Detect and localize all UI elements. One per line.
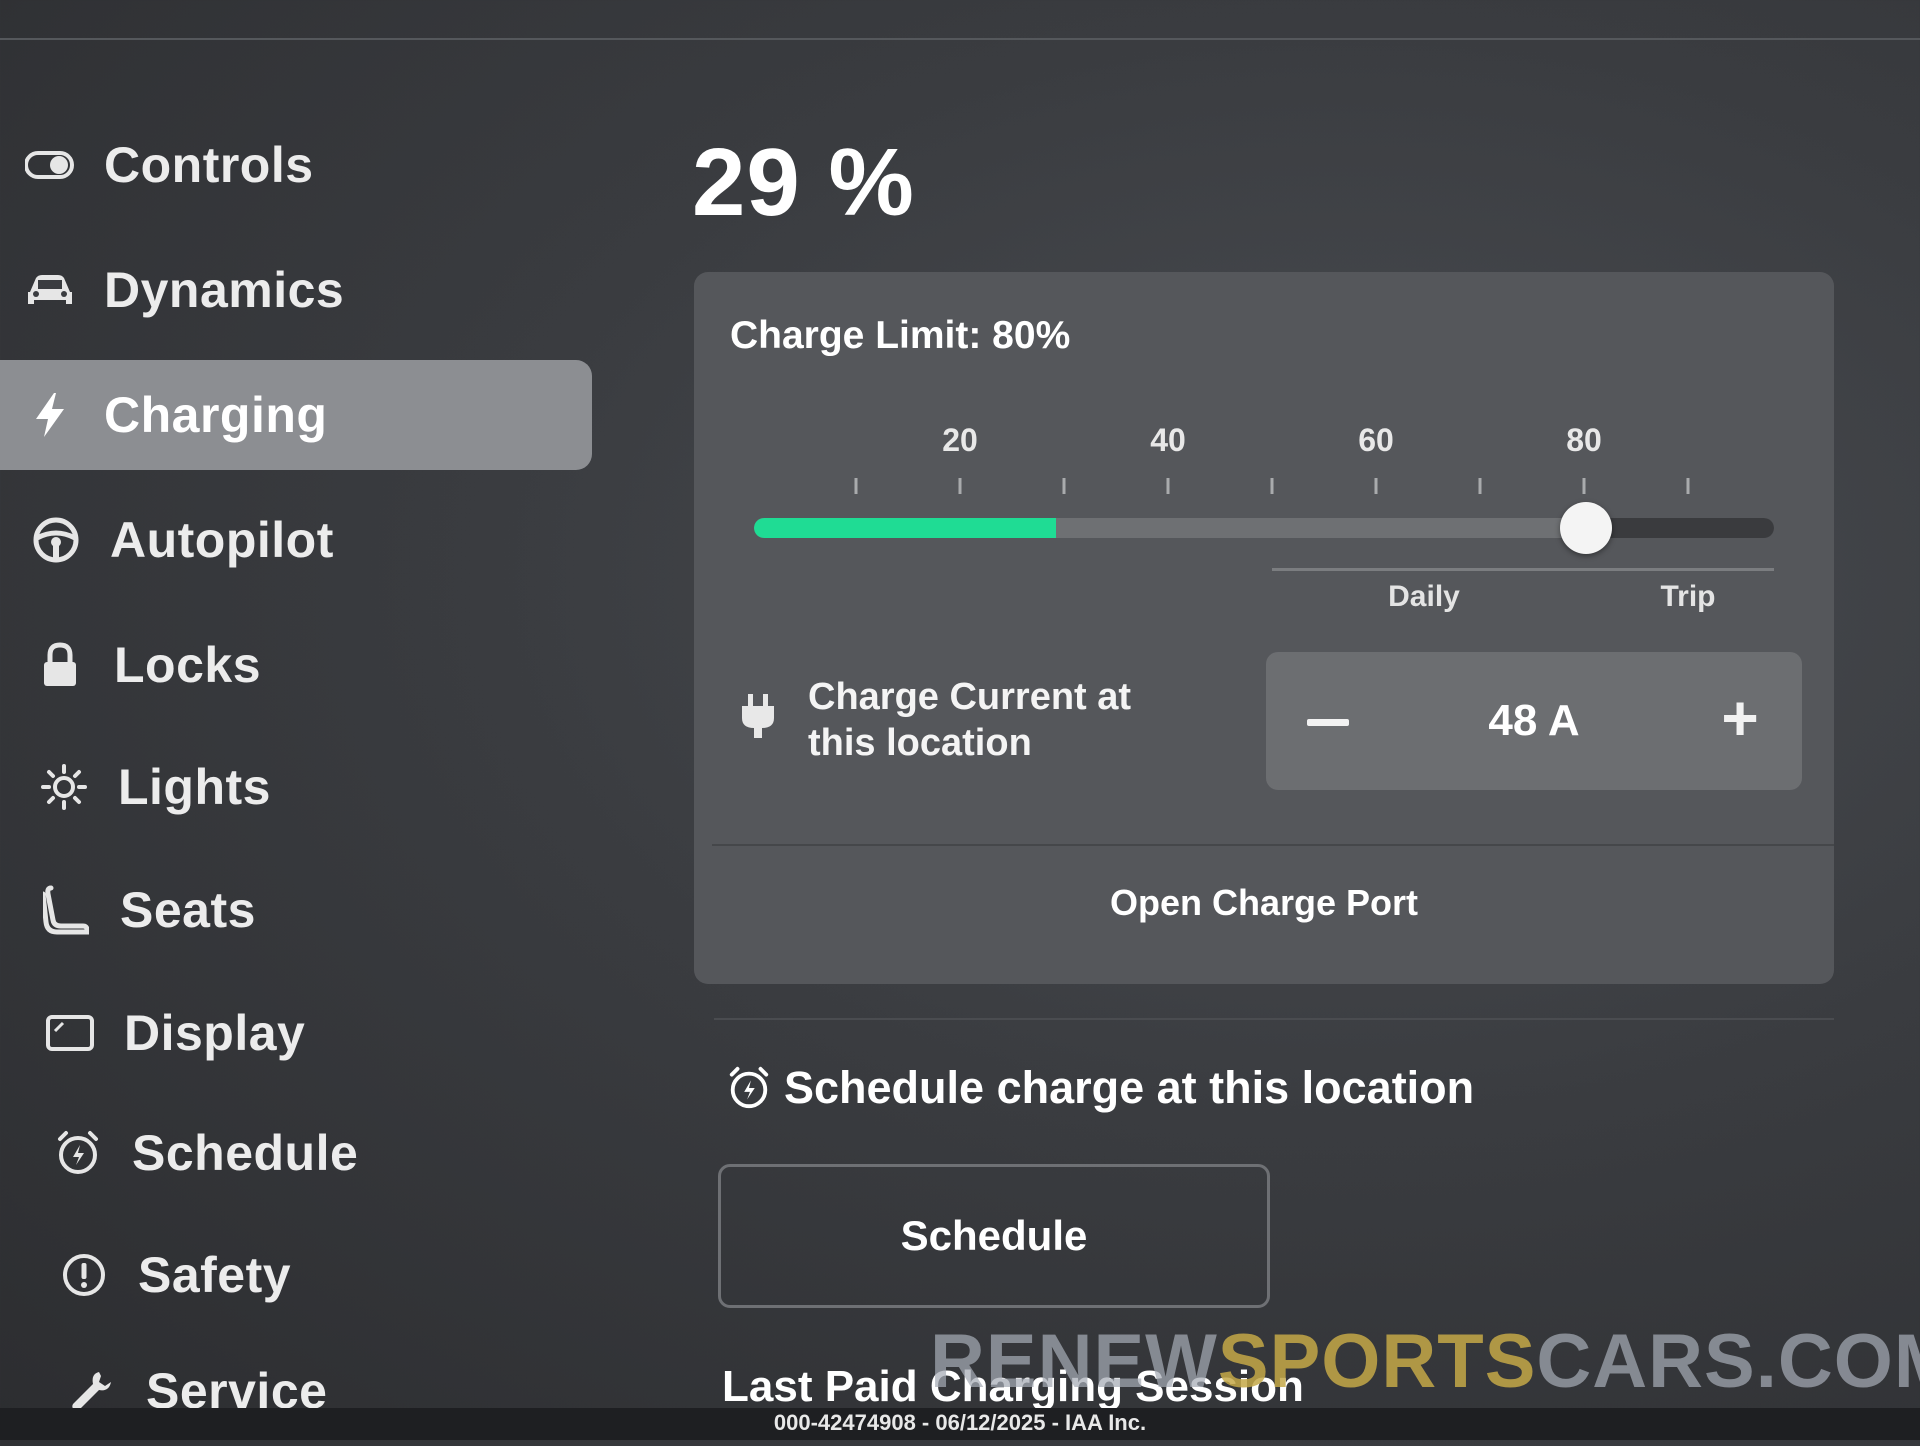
- sidebar-item-autopilot[interactable]: Autopilot: [0, 485, 592, 595]
- toggle-icon: [20, 135, 80, 195]
- scale-tick: [1374, 478, 1378, 494]
- display-icon: [40, 1003, 100, 1063]
- slider-track-above-limit: [1586, 518, 1774, 538]
- charge-settings-card: Charge Limit: 80% 20 40 60 80 Daily Trip…: [694, 272, 1834, 984]
- sidebar-item-label: Safety: [138, 1247, 292, 1303]
- scale-label-80: 80: [1566, 422, 1602, 458]
- scale-label-20: 20: [942, 422, 978, 458]
- sidebar-item-label: Charging: [104, 387, 328, 443]
- alert-circle-icon: [54, 1245, 114, 1305]
- charge-current-row: Charge Current at this location 48 A +: [730, 652, 1802, 790]
- scale-tick: [1166, 478, 1170, 494]
- charge-limit-label: Charge Limit: 80%: [730, 314, 1071, 357]
- sidebar-item-label: Display: [124, 1005, 306, 1061]
- sidebar-item-label: Lights: [118, 759, 271, 815]
- scale-tick: [1062, 478, 1066, 494]
- steering-wheel-icon: [26, 510, 86, 570]
- watermark: RENEWSPORTSCARS.COM: [930, 1318, 1920, 1405]
- charge-limit-knob[interactable]: [1560, 502, 1612, 554]
- watermark-part: SPORTS: [1217, 1319, 1537, 1404]
- battery-percentage: 29 %: [692, 129, 915, 236]
- plug-icon: [740, 692, 776, 740]
- scale-tick: [1270, 478, 1274, 494]
- sidebar-item-label: Dynamics: [104, 262, 345, 318]
- alarm-clock-icon: [48, 1123, 108, 1183]
- sidebar-item-label: Schedule: [132, 1125, 359, 1181]
- sidebar-item-charging[interactable]: Charging: [0, 360, 592, 470]
- lock-icon: [30, 635, 90, 695]
- sidebar-item-locks[interactable]: Locks: [0, 610, 592, 720]
- sidebar-item-seats[interactable]: Seats: [0, 855, 592, 965]
- sidebar-item-dynamics[interactable]: Dynamics: [0, 235, 592, 345]
- watermark-part: RENEW: [930, 1319, 1218, 1404]
- sidebar-item-display[interactable]: Display: [0, 978, 592, 1088]
- sidebar-item-label: Locks: [114, 637, 262, 693]
- charge-limit-slider[interactable]: 20 40 60 80 Daily Trip: [754, 422, 1784, 622]
- section-divider: [714, 1018, 1834, 1020]
- schedule-button[interactable]: Schedule: [718, 1164, 1270, 1308]
- scale-label-40: 40: [1150, 422, 1186, 458]
- schedule-heading-text: Schedule charge at this location: [784, 1062, 1475, 1113]
- scale-tick: [1582, 478, 1586, 494]
- top-divider: [0, 38, 1920, 40]
- charge-current-label: Charge Current at this location: [808, 676, 1132, 764]
- sidebar-item-label: Autopilot: [110, 512, 334, 568]
- sidebar-item-label: Controls: [104, 137, 314, 193]
- scale-tick: [1686, 478, 1690, 494]
- battery-level-fill: [754, 518, 1056, 538]
- sidebar-item-controls[interactable]: Controls: [0, 110, 592, 220]
- sidebar-item-lights[interactable]: Lights: [0, 732, 592, 842]
- alarm-clock-icon: [726, 1065, 772, 1111]
- scale-tick: [854, 478, 858, 494]
- footer-caption: 000-42474908 - 06/12/2025 - IAA Inc.: [773, 1410, 1147, 1435]
- charge-current-stepper: 48 A +: [1266, 652, 1802, 790]
- open-charge-port-button[interactable]: Open Charge Port: [694, 882, 1834, 924]
- scale-tick: [1478, 478, 1482, 494]
- seat-icon: [36, 880, 96, 940]
- schedule-section-heading: Schedule charge at this location: [726, 1062, 1474, 1114]
- daily-label: Daily: [1388, 580, 1460, 613]
- sidebar-item-schedule[interactable]: Schedule: [0, 1098, 592, 1208]
- card-divider: [712, 844, 1834, 846]
- plus-icon: +: [1721, 682, 1759, 754]
- sun-icon: [34, 757, 94, 817]
- car-icon: [20, 260, 80, 320]
- scale-label-60: 60: [1358, 422, 1394, 458]
- sidebar-item-label: Seats: [120, 882, 256, 938]
- watermark-part: CARS.COM: [1536, 1319, 1920, 1404]
- increase-current-button[interactable]: +: [1698, 676, 1782, 760]
- scale-tick: [958, 478, 962, 494]
- lightning-bolt-icon: [20, 385, 80, 445]
- slider-track[interactable]: [754, 518, 1774, 538]
- daily-trip-range-line: [1272, 568, 1774, 571]
- sidebar-item-safety[interactable]: Safety: [0, 1220, 592, 1330]
- trip-label: Trip: [1660, 580, 1716, 613]
